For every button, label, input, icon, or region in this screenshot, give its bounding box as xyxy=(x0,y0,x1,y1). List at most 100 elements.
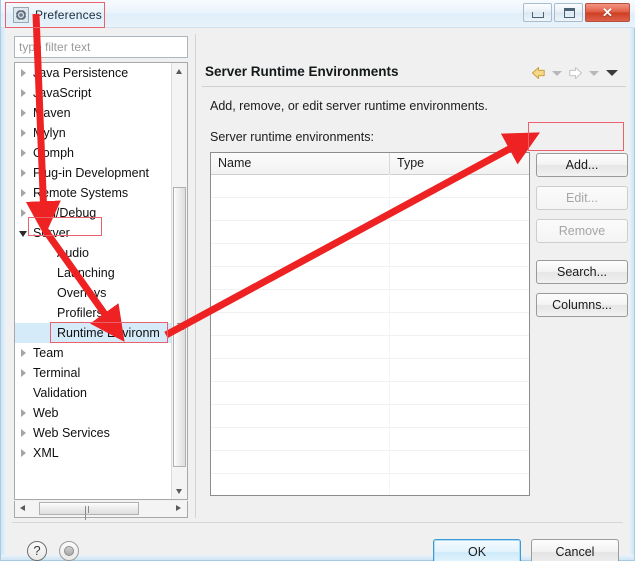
tree-item-label: JavaScript xyxy=(33,86,92,100)
preferences-dialog: Preferences ✕ Java PersistenceJavaScri xyxy=(0,0,635,561)
tree-item-label: Java Persistence xyxy=(33,66,129,80)
tree-collapsed-arrow-icon[interactable] xyxy=(21,209,26,217)
maximize-button[interactable] xyxy=(554,3,583,22)
tree-vertical-scrollbar[interactable] xyxy=(171,63,187,499)
table-row[interactable] xyxy=(211,428,529,451)
tree-item-oomph[interactable]: Oomph xyxy=(15,143,171,163)
page-description: Add, remove, or edit server runtime envi… xyxy=(210,99,488,113)
tree-item-plug-in-development[interactable]: Plug-in Development xyxy=(15,163,171,183)
tree-item-label: Team xyxy=(33,346,64,360)
tree-item-web-services[interactable]: Web Services xyxy=(15,423,171,443)
page-navigation xyxy=(530,65,620,81)
tree-item-profilers[interactable]: Profilers xyxy=(15,303,171,323)
tree-item-javascript[interactable]: JavaScript xyxy=(15,83,171,103)
tree-collapsed-arrow-icon[interactable] xyxy=(21,89,26,97)
tree-scroll-area: Java Persistence JavaScript Maven Mylyn Oomp… xyxy=(15,63,171,499)
table-row[interactable] xyxy=(211,313,529,336)
tree-collapsed-arrow-icon[interactable] xyxy=(21,129,26,137)
tree-item-runtime-environm[interactable]: Runtime Environm xyxy=(15,323,171,343)
preferences-tree[interactable]: Java Persistence JavaScript Maven Mylyn Oomp… xyxy=(14,62,188,500)
panel-divider[interactable] xyxy=(195,34,196,518)
chevron-right-icon xyxy=(176,505,181,511)
table-row[interactable] xyxy=(211,290,529,313)
tree-item-remote-systems[interactable]: Remote Systems xyxy=(15,183,171,203)
table-row[interactable] xyxy=(211,175,529,198)
remove-button: Remove xyxy=(536,219,628,243)
minimize-icon xyxy=(532,12,544,18)
tree-item-validation[interactable]: Validation xyxy=(15,383,171,403)
tree-item-terminal[interactable]: Terminal xyxy=(15,363,171,383)
table-row[interactable] xyxy=(211,382,529,405)
window-controls: ✕ xyxy=(523,3,630,22)
scroll-left-button[interactable] xyxy=(15,501,31,516)
restore-defaults-icon[interactable] xyxy=(59,541,79,561)
close-button[interactable]: ✕ xyxy=(585,3,630,22)
chevron-down-icon xyxy=(176,489,182,494)
tree-item-launching[interactable]: Launching xyxy=(15,263,171,283)
tree-item-maven[interactable]: Maven xyxy=(15,103,171,123)
column-header-name[interactable]: Name xyxy=(211,153,389,174)
tree-item-label: Web xyxy=(33,406,59,420)
tree-collapsed-arrow-icon[interactable] xyxy=(21,409,26,417)
forward-arrow-icon xyxy=(567,65,584,81)
minimize-button[interactable] xyxy=(523,3,552,22)
tree-collapsed-arrow-icon[interactable] xyxy=(21,189,26,197)
tree-item-label: Overlays xyxy=(57,286,107,300)
table-row[interactable] xyxy=(211,267,529,290)
tree-horizontal-scrollbar[interactable] xyxy=(14,501,188,520)
table-row[interactable] xyxy=(211,359,529,382)
table-row[interactable] xyxy=(211,405,529,428)
table-body xyxy=(211,175,529,495)
dialog-body: Java Persistence JavaScript Maven Mylyn Oomp… xyxy=(6,28,629,561)
tree-item-label: XML xyxy=(33,446,59,460)
tree-collapsed-arrow-icon[interactable] xyxy=(21,429,26,437)
tree-collapsed-arrow-icon[interactable] xyxy=(21,109,26,117)
tree-item-xml[interactable]: XML xyxy=(15,443,171,463)
tree-item-mylyn[interactable]: Mylyn xyxy=(15,123,171,143)
scroll-down-button[interactable] xyxy=(172,483,187,499)
table-row[interactable] xyxy=(211,451,529,474)
table-header: Name Type xyxy=(211,153,529,175)
ok-button[interactable]: OK xyxy=(433,539,521,561)
cancel-button[interactable]: Cancel xyxy=(531,539,619,561)
search-button[interactable]: Search... xyxy=(536,260,628,284)
back-history-dropdown-icon[interactable] xyxy=(552,70,562,76)
tree-item-server[interactable]: Server xyxy=(15,223,171,243)
table-row[interactable] xyxy=(211,198,529,221)
table-row[interactable] xyxy=(211,336,529,359)
tree-collapsed-arrow-icon[interactable] xyxy=(21,369,26,377)
tree-collapsed-arrow-icon[interactable] xyxy=(21,149,26,157)
tree-item-label: Plug-in Development xyxy=(33,166,150,180)
filter-input[interactable] xyxy=(14,36,188,58)
columns-button[interactable]: Columns... xyxy=(536,293,628,317)
help-icon[interactable]: ? xyxy=(27,541,47,561)
tree-collapsed-arrow-icon[interactable] xyxy=(21,349,26,357)
table-row[interactable] xyxy=(211,474,529,495)
tree-item-run-debug[interactable]: Run/Debug xyxy=(15,203,171,223)
tree-collapsed-arrow-icon[interactable] xyxy=(21,69,26,77)
back-arrow-icon[interactable] xyxy=(530,65,547,81)
tree-collapsed-arrow-icon[interactable] xyxy=(21,169,26,177)
maximize-icon xyxy=(564,8,575,18)
footer-divider xyxy=(12,522,623,523)
tree-item-overlays[interactable]: Overlays xyxy=(15,283,171,303)
table-row[interactable] xyxy=(211,244,529,267)
tree-collapsed-arrow-icon[interactable] xyxy=(21,449,26,457)
scroll-up-button[interactable] xyxy=(172,63,187,79)
tree-item-audio[interactable]: Audio xyxy=(15,243,171,263)
scrollbar-thumb-horizontal[interactable] xyxy=(39,502,139,520)
column-header-type[interactable]: Type xyxy=(389,153,529,174)
title-bar[interactable]: Preferences ✕ xyxy=(1,0,635,28)
tree-item-label: Launching xyxy=(57,266,115,280)
table-row[interactable] xyxy=(211,221,529,244)
tree-item-web[interactable]: Web xyxy=(15,403,171,423)
view-menu-icon[interactable] xyxy=(606,70,618,76)
tree-item-team[interactable]: Team xyxy=(15,343,171,363)
add-button[interactable]: Add... xyxy=(536,153,628,177)
scrollbar-thumb-vertical[interactable] xyxy=(173,187,186,467)
runtime-environments-table[interactable]: Name Type xyxy=(210,152,530,496)
tree-item-label: Run/Debug xyxy=(33,206,97,220)
tree-expanded-arrow-icon[interactable] xyxy=(19,231,27,237)
tree-item-java-persistence[interactable]: Java Persistence xyxy=(15,63,171,83)
scroll-right-button[interactable] xyxy=(171,501,187,516)
